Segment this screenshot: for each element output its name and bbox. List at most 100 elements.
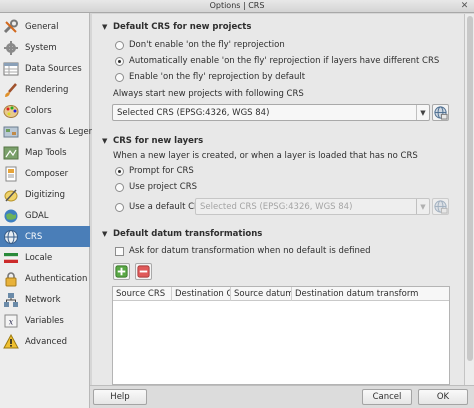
radio-circle[interactable] (115, 72, 124, 82)
sidebar-item-label: Data Sources (25, 63, 82, 74)
sidebar-item-general[interactable]: General (0, 16, 90, 37)
section-title: Default CRS for new projects (113, 22, 252, 32)
add-transformation-button[interactable] (113, 263, 130, 280)
radio-circle[interactable] (115, 202, 124, 212)
sidebar-item-label: System (25, 42, 57, 53)
flag-icon (4, 252, 18, 263)
title-bar: Options | CRS ✕ (0, 0, 474, 13)
checkbox-box[interactable] (115, 246, 124, 256)
checkbox-label: Ask for datum transformation when no def… (129, 246, 371, 256)
dialog-footer: Help Cancel OK (90, 385, 474, 408)
column-header-source-crs[interactable]: Source CRS (113, 287, 172, 301)
chevron-down-icon[interactable]: ▼ (416, 199, 429, 214)
palette-icon (3, 104, 19, 118)
section-title: CRS for new layers (113, 136, 204, 146)
sidebar-item-locale[interactable]: Locale (0, 247, 90, 268)
sidebar-item-label: Network (25, 294, 61, 305)
vertical-scrollbar[interactable] (464, 14, 474, 385)
select-project-crs-button[interactable] (432, 104, 449, 121)
sidebar-item-gdal[interactable]: GDAL (0, 205, 90, 226)
section-crs-new-layers[interactable]: ▼ CRS for new layers (102, 136, 203, 146)
sidebar-item-system[interactable]: System (0, 37, 90, 58)
section-default-crs[interactable]: ▼ Default CRS for new projects (102, 22, 251, 32)
scrollbar-thumb[interactable] (467, 16, 473, 361)
radio-prompt-crs[interactable]: Prompt for CRS (115, 166, 194, 176)
sidebar-item-label: Colors (25, 105, 52, 116)
radio-dont-enable-otf[interactable]: Don't enable 'on the fly' reprojection (115, 40, 285, 50)
wrench-icon (3, 19, 18, 33)
radio-circle[interactable] (115, 56, 124, 66)
new-layers-description: When a new layer is created, or when a l… (113, 151, 418, 161)
collapse-triangle-icon: ▼ (102, 137, 108, 145)
ask-datum-checkbox[interactable]: Ask for datum transformation when no def… (115, 246, 370, 256)
radio-label: Use a default CRS (129, 202, 206, 212)
always-start-label: Always start new projects with following… (113, 89, 304, 99)
sidebar-item-authentication[interactable]: Authentication (0, 268, 90, 289)
variables-icon: x (4, 314, 18, 327)
help-button[interactable]: Help (93, 389, 147, 405)
radio-circle[interactable] (115, 40, 124, 50)
sidebar-item-crs[interactable]: CRS (0, 226, 90, 247)
svg-text:x: x (9, 317, 14, 326)
minus-icon (137, 265, 150, 278)
sidebar-item-digitizing[interactable]: Digitizing (0, 184, 90, 205)
sidebar-item-network[interactable]: Network (0, 289, 90, 310)
close-icon[interactable]: ✕ (459, 1, 470, 11)
sidebar-item-label: CRS (25, 231, 43, 242)
remove-transformation-button[interactable] (135, 263, 152, 280)
table-header: Source CRS Destination CRS Source datum … (113, 287, 449, 301)
network-icon (4, 292, 18, 307)
radio-circle[interactable] (115, 166, 124, 176)
chevron-down-icon[interactable]: ▼ (416, 105, 429, 120)
sidebar-item-advanced[interactable]: Advanced (0, 331, 90, 352)
select-layer-crs-button[interactable] (432, 198, 449, 215)
radio-enable-otf-default[interactable]: Enable 'on the fly' reprojection by defa… (115, 72, 305, 82)
collapse-triangle-icon: ▼ (102, 23, 108, 31)
sidebar-item-label: GDAL (25, 210, 49, 221)
column-header-source-datum[interactable]: Source datum tr (231, 287, 292, 301)
sidebar-item-composer[interactable]: Composer (0, 163, 90, 184)
map-tools-icon (3, 146, 19, 159)
composer-icon (5, 166, 17, 181)
sidebar-item-label: Rendering (25, 84, 69, 95)
padlock-icon (5, 271, 17, 286)
radio-label: Prompt for CRS (129, 166, 194, 176)
sidebar-item-data-sources[interactable]: Data Sources (0, 58, 90, 79)
sidebar-item-colors[interactable]: Colors (0, 100, 90, 121)
sidebar-item-variables[interactable]: x Variables (0, 310, 90, 331)
radio-label: Use project CRS (129, 182, 198, 192)
radio-auto-enable-otf[interactable]: Automatically enable 'on the fly' reproj… (115, 56, 439, 66)
sidebar-item-label: Advanced (25, 336, 67, 347)
globe-icon (4, 229, 18, 244)
column-header-destination-crs[interactable]: Destination CRS (172, 287, 231, 301)
gear-icon (4, 40, 18, 55)
sidebar-item-map-tools[interactable]: Map Tools (0, 142, 90, 163)
project-crs-select[interactable]: Selected CRS (EPSG:4326, WGS 84) ▼ (112, 104, 430, 121)
radio-label: Don't enable 'on the fly' reprojection (129, 40, 285, 50)
sidebar-item-label: General (25, 21, 59, 32)
cancel-button[interactable]: Cancel (362, 389, 412, 405)
datum-transform-table[interactable]: Source CRS Destination CRS Source datum … (112, 286, 450, 385)
radio-use-default-crs[interactable]: Use a default CRS (115, 202, 205, 212)
section-datum-transformations[interactable]: ▼ Default datum transformations (102, 229, 262, 239)
sidebar-item-label: Composer (25, 168, 69, 179)
sidebar: General System Data Sources Rendering Co… (0, 13, 99, 408)
warning-icon (3, 333, 19, 348)
ok-button[interactable]: OK (418, 389, 468, 405)
collapse-triangle-icon: ▼ (102, 230, 108, 238)
column-header-destination-datum[interactable]: Destination datum transform (292, 287, 449, 301)
sidebar-item-rendering[interactable]: Rendering (0, 79, 90, 100)
sidebar-item-label: Digitizing (25, 189, 65, 200)
canvas-icon (3, 126, 19, 137)
window-title: Options | CRS (209, 1, 265, 10)
default-layer-crs-select[interactable]: Selected CRS (EPSG:4326, WGS 84) ▼ (195, 198, 430, 215)
sidebar-item-label: Map Tools (25, 147, 67, 158)
radio-label: Automatically enable 'on the fly' reproj… (129, 56, 440, 66)
globe-icon (434, 200, 448, 214)
radio-use-project-crs[interactable]: Use project CRS (115, 182, 197, 192)
gdal-icon (4, 209, 18, 222)
data-sources-icon (3, 62, 19, 75)
radio-circle[interactable] (115, 182, 124, 192)
section-title: Default datum transformations (113, 229, 263, 239)
sidebar-item-canvas-legend[interactable]: Canvas & Legend (0, 121, 99, 142)
